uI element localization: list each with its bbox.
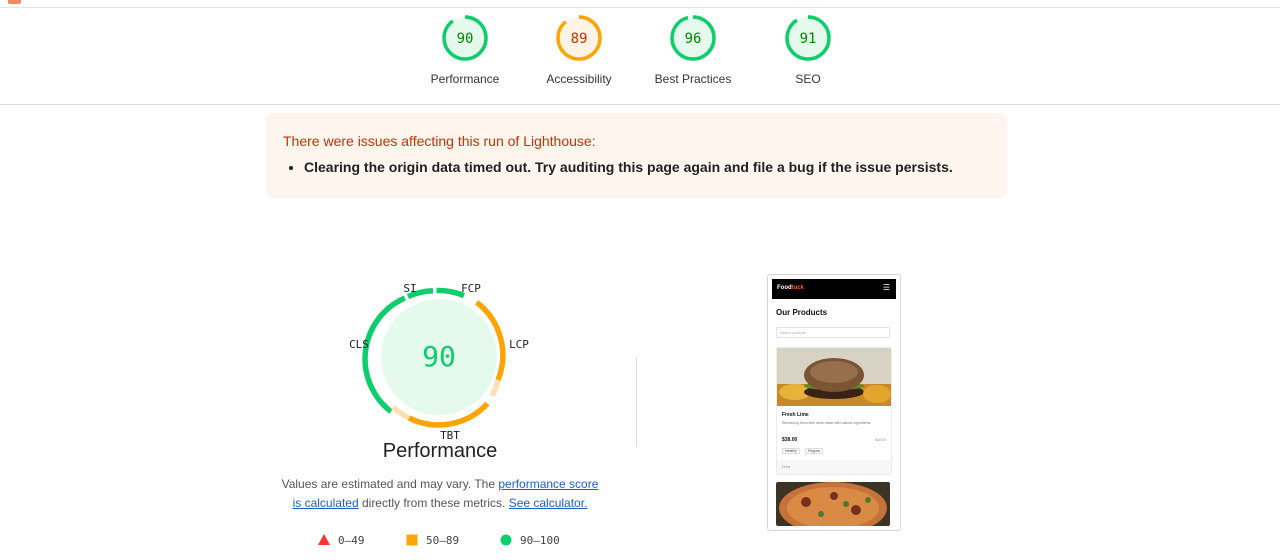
gauge-performance-score: 90 xyxy=(457,31,474,47)
gauge-accessibility[interactable]: 89 Accessibility xyxy=(519,14,639,86)
gauge-best-practices-score: 96 xyxy=(685,31,702,47)
gauge-seo-label: SEO xyxy=(795,72,821,86)
gauge-best-practices-ring: 96 xyxy=(670,15,716,61)
metric-label-lcp: LCP xyxy=(509,338,529,351)
screenshot-page-title: Our Products xyxy=(776,308,828,317)
see-calculator-link[interactable]: See calculator. xyxy=(509,496,588,510)
gauge-seo[interactable]: 91 SEO xyxy=(748,14,868,86)
legend-fail-range: 0–49 xyxy=(338,534,365,547)
metric-label-cls: CLS xyxy=(349,338,369,351)
run-warnings-list: Clearing the origin data timed out. Try … xyxy=(287,159,953,175)
gauge-performance-label: Performance xyxy=(430,72,500,86)
gauge-performance-ring: 90 xyxy=(442,15,488,61)
gauge-performance[interactable]: 90 Performance xyxy=(405,14,525,86)
run-warnings-heading: There were issues affecting this run of … xyxy=(283,133,596,149)
run-warnings-box: There were issues affecting this run of … xyxy=(266,113,1007,198)
top-toolbar xyxy=(0,0,1280,8)
screenshot-card-footer: Drink xyxy=(777,460,891,474)
screenshot-product-name: Fresh Lime xyxy=(782,412,809,418)
legend-pass-range: 90–100 xyxy=(520,534,560,547)
performance-title: Performance xyxy=(382,440,498,462)
performance-desc-prefix: Values are estimated and may vary. The xyxy=(281,477,499,491)
triangle-icon xyxy=(318,534,330,545)
gauge-accessibility-label: Accessibility xyxy=(546,72,612,86)
gauge-best-practices-label: Best Practices xyxy=(654,72,732,86)
hamburger-icon: ☰ xyxy=(882,283,890,292)
burger-image xyxy=(777,348,891,406)
gauge-accessibility-ring: 89 xyxy=(556,15,602,61)
performance-desc-middle: directly from these metrics. xyxy=(358,496,509,510)
lcp-arc-remainder xyxy=(489,379,501,398)
gauge-seo-score: 91 xyxy=(800,31,817,47)
fcp-arc xyxy=(436,287,466,299)
screenshot-navbar: Foodtuck ☰ xyxy=(772,279,896,299)
circle-icon xyxy=(500,534,512,546)
screenshot-product-desc: Refreshing fresh lime drink made with na… xyxy=(782,421,872,425)
tbt-arc-remainder xyxy=(391,404,411,421)
run-warning-item: Clearing the origin data timed out. Try … xyxy=(304,159,953,175)
section-divider xyxy=(636,357,637,447)
screenshot-search-field: Search products... xyxy=(776,327,890,338)
gauge-best-practices[interactable]: 96 Best Practices xyxy=(633,14,753,86)
legend-average-range: 50–89 xyxy=(426,534,460,547)
screenshot-brand: Foodtuck xyxy=(777,285,805,291)
metric-label-si: SI xyxy=(403,282,416,295)
screenshot-product-card: Fresh Lime Refreshing fresh lime drink m… xyxy=(776,347,892,475)
gauge-seo-ring: 91 xyxy=(785,15,831,61)
score-scale-legend: 0–49 50–89 90–100 xyxy=(318,533,598,549)
screenshot-product-price: $38.00 xyxy=(782,437,798,443)
pizza-image xyxy=(776,482,890,526)
screenshot-tag-regular: Regular xyxy=(805,448,824,454)
screenshot-tag-healthy: Healthy xyxy=(782,448,800,454)
performance-score: 90 xyxy=(422,340,456,373)
score-summary-bar: 90 Performance 89 Accessibility 96 Best … xyxy=(0,8,1280,105)
performance-metric-gauge: 90 SI FCP LCP CLS TBT xyxy=(349,282,529,442)
gauge-accessibility-score: 89 xyxy=(571,31,588,47)
performance-description: Values are estimated and may vary. The p… xyxy=(276,475,604,513)
metric-label-fcp: FCP xyxy=(461,282,481,295)
performance-section: 90 SI FCP LCP CLS TBT Performance Values… xyxy=(268,270,612,560)
final-screenshot-thumbnail[interactable]: Foodtuck ☰ Our Products Search products.… xyxy=(767,274,901,531)
square-icon xyxy=(406,534,418,546)
screenshot-product-old-price: $45.00 xyxy=(875,438,886,442)
lighthouse-logo-icon xyxy=(8,0,21,4)
